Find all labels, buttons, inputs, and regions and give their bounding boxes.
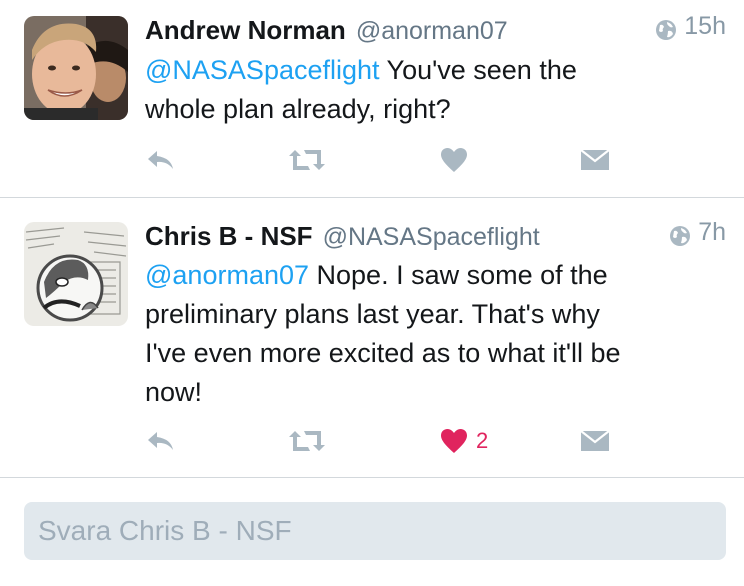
tweet-text-line: I've even more excited as to what it'll … [145, 338, 621, 368]
retweet-button[interactable] [288, 424, 326, 458]
mention-link[interactable]: @NASASpaceflight [145, 55, 380, 85]
heart-icon [441, 429, 467, 453]
avatar-cartoon-icon [24, 222, 128, 326]
tweet-timestamp: 7h [698, 218, 726, 246]
retweet-icon [289, 431, 325, 451]
reply-button[interactable] [145, 143, 177, 177]
globe-icon [656, 19, 677, 40]
like-button[interactable] [440, 143, 468, 177]
author-name[interactable]: Chris B - NSF [145, 221, 313, 252]
tweet-text: @anorman07 Nope. I saw some of the preli… [145, 256, 714, 412]
like-count: 2 [476, 428, 489, 453]
tweet-text-fragment: Nope. I saw some of the [309, 260, 608, 290]
direct-message-button[interactable] [580, 143, 610, 177]
tweet-text-fragment: You've seen the [379, 55, 577, 85]
tweet-header: Andrew Norman @anorman07 15h [145, 12, 726, 46]
reply-input[interactable] [24, 502, 726, 560]
tweet-text-line: whole plan already, right? [145, 94, 451, 124]
tweet-chris-b-nsf[interactable]: Chris B - NSF @NASASpaceflight 7h @anorm… [0, 198, 744, 476]
tweet-andrew-norman[interactable]: Andrew Norman @anorman07 15h @NASASpacef… [0, 0, 744, 196]
reply-arrow-icon [148, 151, 173, 169]
tweet-text: @NASASpaceflight You've seen the whole p… [145, 51, 714, 129]
like-button[interactable]: 2 [440, 424, 488, 458]
tweet-divider [0, 477, 744, 478]
retweet-icon [289, 150, 325, 170]
tweet-timestamp: 15h [684, 12, 726, 40]
reply-arrow-icon [148, 432, 173, 450]
avatar-chris-b-nsf[interactable] [24, 222, 128, 326]
retweet-button[interactable] [288, 143, 326, 177]
author-handle[interactable]: @NASASpaceflight [323, 223, 540, 252]
author-handle[interactable]: @anorman07 [356, 17, 508, 46]
mention-link[interactable]: @anorman07 [145, 260, 309, 290]
avatar-photo-icon [24, 16, 128, 120]
author-name[interactable]: Andrew Norman [145, 15, 346, 46]
heart-icon [441, 148, 467, 172]
globe-icon [670, 225, 691, 246]
tweet-meta: 15h [654, 12, 726, 41]
reply-button[interactable] [145, 424, 177, 458]
direct-message-icon [580, 430, 610, 451]
direct-message-icon [580, 149, 610, 170]
tweet-actions [145, 143, 615, 177]
avatar-andrew-norman[interactable] [24, 16, 128, 120]
tweet-text-line: now! [145, 377, 203, 407]
tweet-actions: 2 [145, 424, 615, 458]
direct-message-button[interactable] [580, 424, 610, 458]
tweet-meta: 7h [668, 218, 726, 247]
tweet-text-line: preliminary plans last year. That's why [145, 299, 600, 329]
tweet-header: Chris B - NSF @NASASpaceflight 7h [145, 218, 726, 252]
tweet-text-line: @anorman07 Nope. I saw some of the [145, 256, 714, 295]
tweet-text-line: @NASASpaceflight You've seen the [145, 51, 714, 90]
